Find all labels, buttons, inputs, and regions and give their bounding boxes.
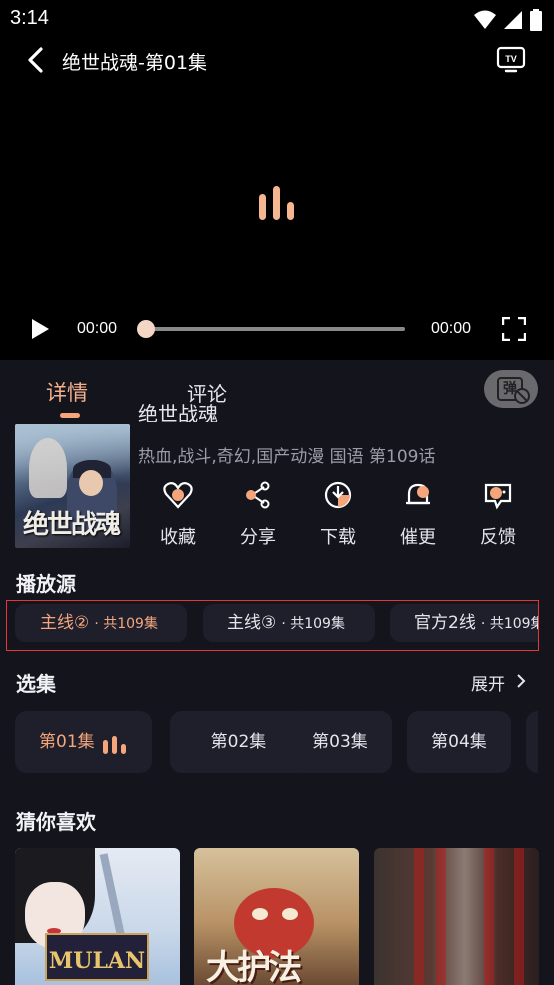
show-poster[interactable]: 绝世战魂 <box>15 424 130 548</box>
recommend-title: 猜你喜欢 <box>16 810 96 834</box>
video-title: 绝世战魂-第01集 <box>62 52 208 74</box>
seek-thumb[interactable] <box>137 320 155 338</box>
svg-text:TV: TV <box>505 54 517 64</box>
tv-cast-icon[interactable]: TV <box>496 44 526 74</box>
fullscreen-icon[interactable] <box>502 317 526 341</box>
seek-bar[interactable] <box>145 327 405 331</box>
episode-chip[interactable]: 第04集 <box>407 711 511 773</box>
playing-bars-icon <box>103 736 126 754</box>
play-icon[interactable] <box>30 318 50 340</box>
loading-bars-icon <box>259 186 294 220</box>
battery-icon <box>530 9 542 31</box>
action-bar: 收藏 分享 下载 催更 反馈 <box>140 478 540 548</box>
signal-icon <box>504 11 522 29</box>
play-source-list: 主线② · 共109集 主线③ · 共109集 官方2线 · 共109集 <box>6 600 539 651</box>
total-time: 00:00 <box>431 320 472 337</box>
danmu-off-icon <box>514 388 530 404</box>
urge-update-button[interactable]: 催更 <box>388 478 448 548</box>
tab-detail[interactable]: 详情 <box>46 377 88 407</box>
episode-chip[interactable]: 第01集 <box>15 711 152 773</box>
status-bar: 3:14 <box>0 0 554 38</box>
poster-logo: MULAN <box>45 933 149 981</box>
favorite-button[interactable]: 收藏 <box>148 478 208 548</box>
play-source-title: 播放源 <box>16 572 76 596</box>
share-icon <box>246 481 270 509</box>
poster-title: 绝世战魂 <box>23 510 121 540</box>
status-icons <box>474 9 542 31</box>
episode-chip[interactable]: 第03集 <box>288 711 392 773</box>
video-player[interactable]: 3:14 绝世战魂-第01集 TV 00:00 00:00 <box>0 0 554 360</box>
tab-comment[interactable]: 评论 <box>187 378 227 407</box>
share-button[interactable]: 分享 <box>228 478 288 548</box>
recommend-item-3[interactable] <box>374 848 539 985</box>
expand-button[interactable]: 展开 <box>471 670 505 695</box>
episodes-title: 选集 <box>16 672 56 696</box>
status-time: 3:14 <box>10 7 49 29</box>
recommend-item-dahufa[interactable]: 大护法 <box>194 848 359 985</box>
chevron-right-icon[interactable] <box>514 672 528 690</box>
current-time: 00:00 <box>77 320 118 337</box>
detail-tabs: 详情 评论 弹 <box>0 360 554 418</box>
source-chip-main2[interactable]: 主线② · 共109集 <box>15 604 187 642</box>
feedback-icon <box>484 483 512 510</box>
player-controls: 00:00 00:00 <box>0 310 554 350</box>
show-name: 绝世战魂 <box>138 404 218 422</box>
back-arrow-icon[interactable] <box>24 46 48 74</box>
poster-figure <box>29 438 67 498</box>
source-chip-official2[interactable]: 官方2线 · 共109集 <box>390 604 538 642</box>
download-icon <box>324 481 352 509</box>
heart-icon <box>163 482 193 509</box>
recommend-item-mulan[interactable]: MULAN <box>15 848 180 985</box>
player-top-bar: 绝世战魂-第01集 TV <box>0 38 554 82</box>
episode-chip[interactable]: 第02集 <box>170 711 307 773</box>
poster-logo: 大护法 <box>206 948 302 985</box>
wifi-icon <box>474 10 496 29</box>
download-button[interactable]: 下载 <box>308 478 368 548</box>
feedback-button[interactable]: 反馈 <box>468 478 528 548</box>
tab-indicator <box>60 413 80 418</box>
danmu-toggle-button[interactable]: 弹 <box>484 370 538 408</box>
show-tags: 热血,战斗,奇幻,国产动漫 国语 第109话 <box>138 447 436 467</box>
source-chip-main3[interactable]: 主线③ · 共109集 <box>203 604 375 642</box>
episode-chip[interactable] <box>526 711 538 773</box>
bell-icon <box>406 483 430 505</box>
